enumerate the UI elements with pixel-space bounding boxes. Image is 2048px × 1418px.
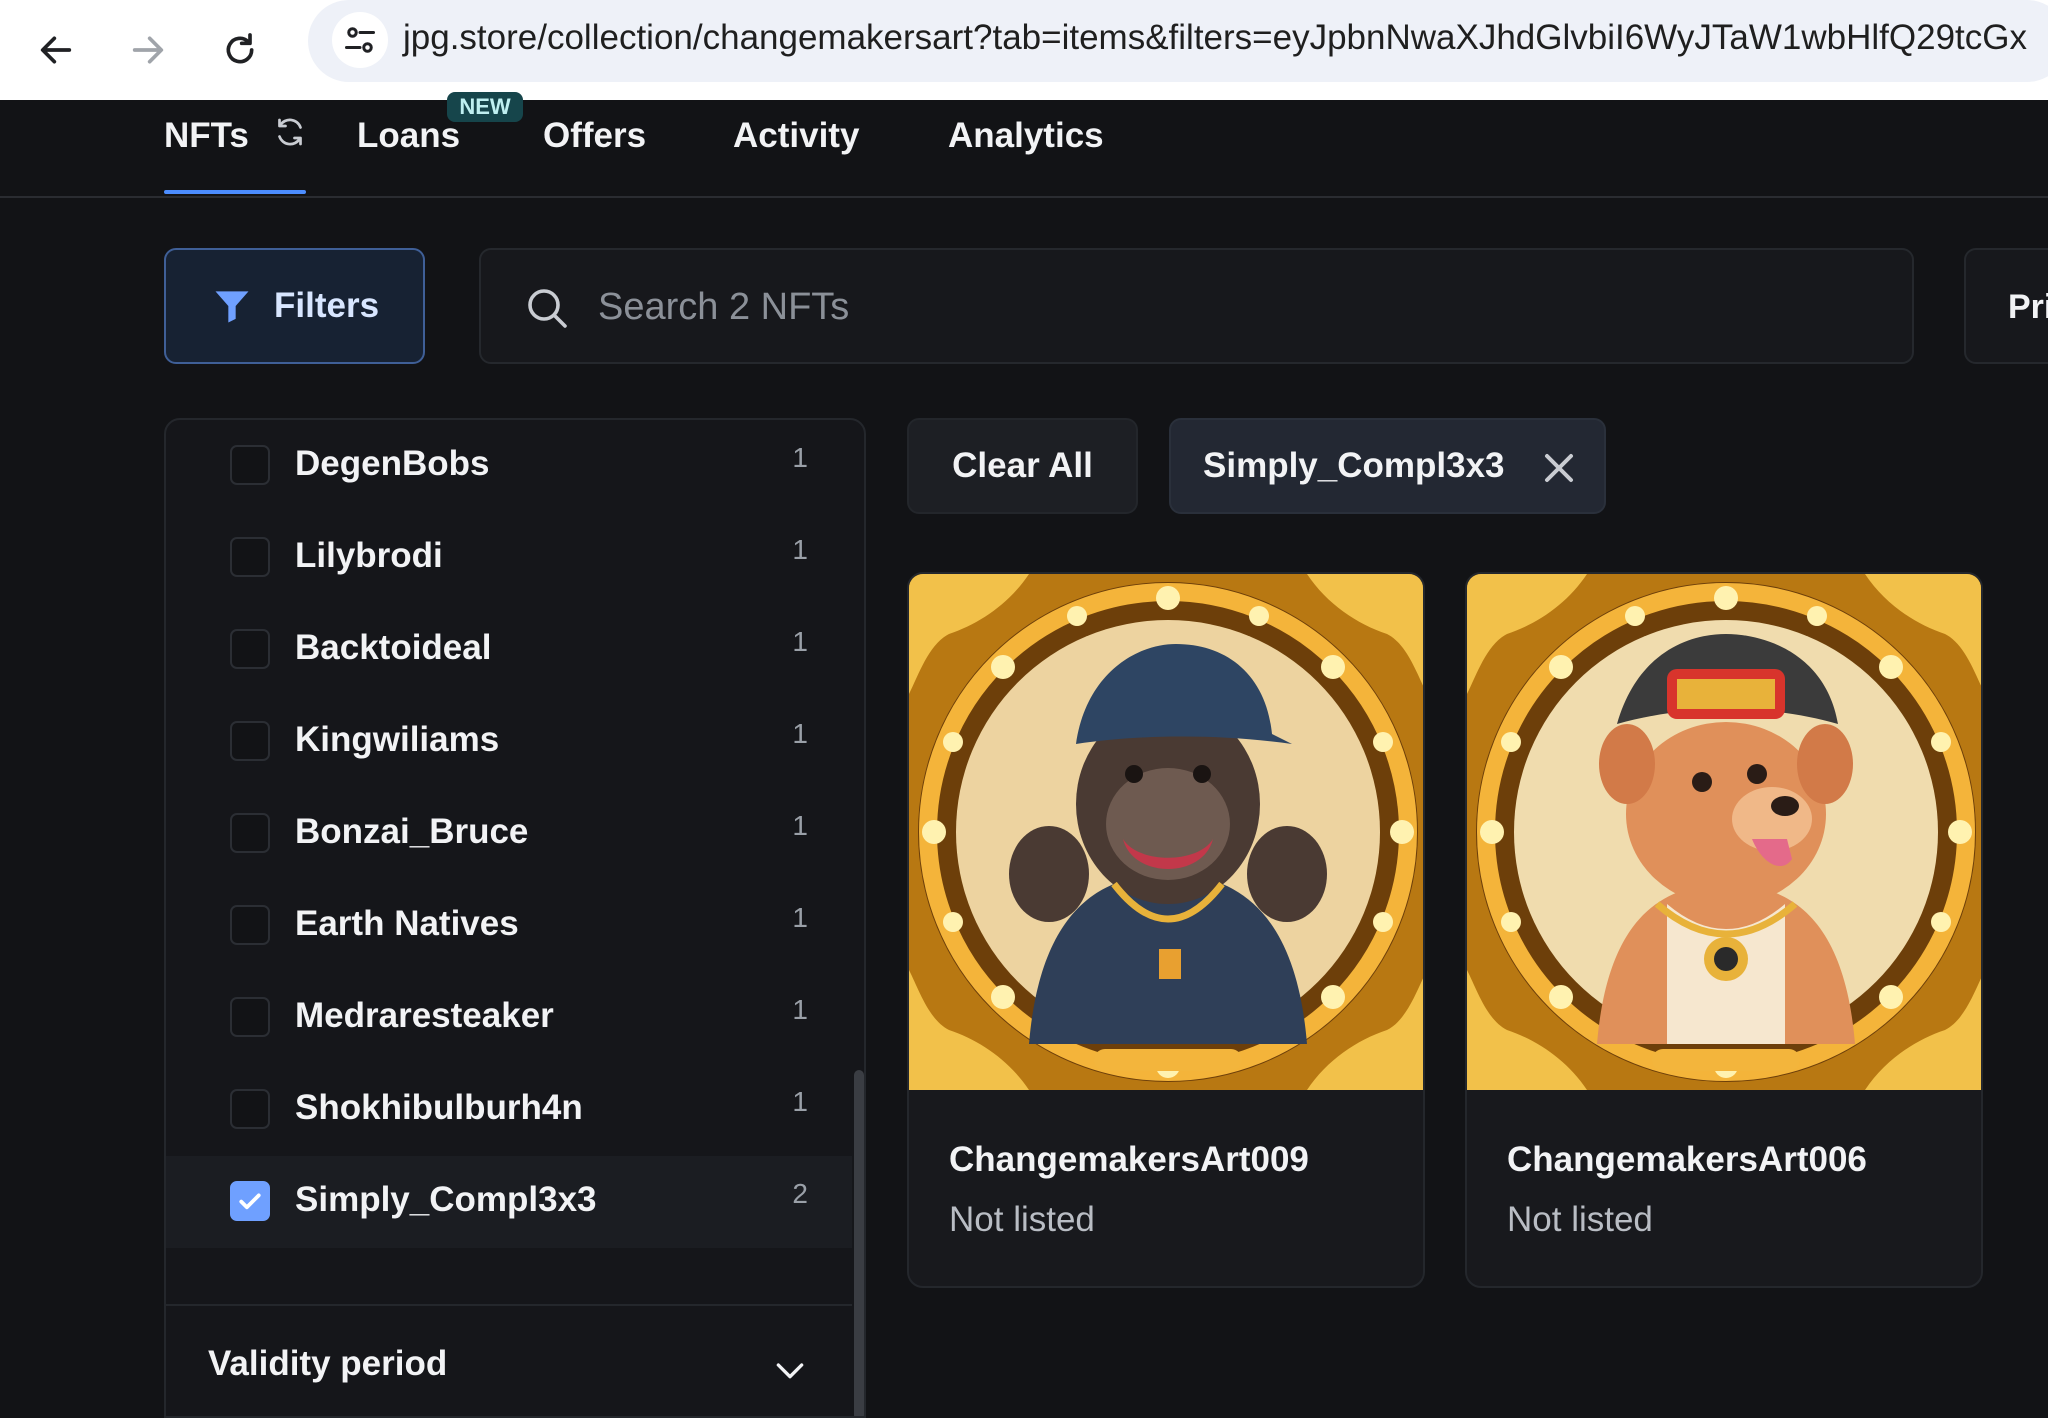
close-icon[interactable] <box>1535 444 1583 492</box>
url-text[interactable]: jpg.store/collection/changemakersart?tab… <box>403 18 2027 58</box>
filter-item-count: 1 <box>792 534 808 565</box>
filter-item-earth-natives[interactable]: Earth Natives 1 <box>166 880 852 972</box>
funnel-icon <box>215 291 249 323</box>
filter-item-kingwiliams[interactable]: Kingwiliams 1 <box>166 696 852 788</box>
filter-item-label: Shokhibulburh4n <box>295 1088 583 1127</box>
nft-image-gorilla[interactable] <box>909 574 1425 1090</box>
check-icon <box>239 1193 261 1210</box>
filter-item-label: Bonzai_Bruce <box>295 812 529 851</box>
filter-item-label: Backtoideal <box>295 628 492 667</box>
nft-image-dog[interactable] <box>1467 574 1983 1090</box>
tab-label: Loans <box>357 116 461 155</box>
filter-item-label: Simply_Compl3x3 <box>295 1180 597 1219</box>
search-box <box>479 248 1914 364</box>
filter-item-count: 1 <box>792 718 808 749</box>
filter-item-backtoideal[interactable]: Backtoideal 1 <box>166 604 852 696</box>
filters-button[interactable]: Filters <box>164 248 425 364</box>
tab-label: Offers <box>543 116 647 155</box>
listing-status: Not listed <box>949 1200 1095 1239</box>
active-filter-chip[interactable]: Simply_Compl3x3 <box>1169 418 1606 514</box>
tab-loans[interactable]: Loans <box>357 116 460 156</box>
filter-item-bonzai-bruce[interactable]: Bonzai_Bruce 1 <box>166 788 852 880</box>
tab-offers[interactable]: Offers <box>543 116 646 156</box>
tune-icon <box>345 27 375 53</box>
active-tab-indicator <box>164 190 306 194</box>
collection-tabs: NFTs Loans Offers Activity Analytics <box>0 100 2048 198</box>
active-filter-label: Simply_Compl3x3 <box>1203 446 1505 485</box>
reload-icon <box>226 33 254 64</box>
clear-all-button[interactable]: Clear All <box>907 418 1138 514</box>
filter-item-label: Kingwiliams <box>295 720 500 759</box>
filter-item-medraresteaker[interactable]: Medraresteaker 1 <box>166 972 852 1064</box>
checkbox[interactable] <box>230 629 270 669</box>
filter-item-count: 1 <box>792 902 808 933</box>
checkbox[interactable] <box>230 813 270 853</box>
filter-item-label: DegenBobs <box>295 444 490 483</box>
filter-item-count: 1 <box>792 810 808 841</box>
chevron-down-icon[interactable] <box>770 1350 810 1390</box>
new-badge: NEW <box>447 92 523 122</box>
filters-label: Filters <box>274 286 380 325</box>
tab-label: Analytics <box>948 116 1104 155</box>
nft-card[interactable]: ChangemakersArt009 Not listed <box>907 572 1425 1288</box>
filter-item-label: Lilybrodi <box>295 536 443 575</box>
checkbox[interactable] <box>230 537 270 577</box>
nft-name[interactable]: ChangemakersArt009 <box>949 1140 1309 1180</box>
filter-item-simply-compl3x3[interactable]: Simply_Compl3x3 2 <box>166 1156 852 1248</box>
sidebar-scrollbar-thumb[interactable] <box>854 1070 864 1416</box>
browser-toolbar: jpg.store/collection/changemakersart?tab… <box>0 0 2048 100</box>
clear-all-label: Clear All <box>952 446 1093 485</box>
forward-button[interactable] <box>114 16 182 84</box>
reload-button[interactable] <box>206 16 274 84</box>
filter-item-label: Medraresteaker <box>295 996 554 1035</box>
checkbox[interactable] <box>230 1089 270 1129</box>
checkbox-checked[interactable] <box>230 1181 270 1221</box>
filter-item-count: 1 <box>792 1086 808 1117</box>
filter-item-shokhibulburh4n[interactable]: Shokhibulburh4n 1 <box>166 1064 852 1156</box>
tab-label: NFTs <box>164 116 249 155</box>
validity-period-header[interactable]: Validity period <box>208 1344 447 1384</box>
tab-label: Activity <box>733 116 860 155</box>
arrow-right-icon <box>132 36 164 64</box>
search-input[interactable] <box>596 278 1800 336</box>
filter-item-degenbobs[interactable]: DegenBobs 1 <box>166 420 852 512</box>
checkbox[interactable] <box>230 905 270 945</box>
filter-item-count: 1 <box>792 442 808 473</box>
arrow-left-icon <box>40 36 72 64</box>
checkbox[interactable] <box>230 721 270 761</box>
sort-label: Pri <box>2008 288 2048 326</box>
filter-item-count: 1 <box>792 626 808 657</box>
filter-item-lilybrodi[interactable]: Lilybrodi 1 <box>166 512 852 604</box>
address-bar[interactable]: jpg.store/collection/changemakersart?tab… <box>308 0 2048 82</box>
filter-sidebar: DegenBobs 1 Lilybrodi 1 Backtoideal 1 Ki… <box>164 418 866 1418</box>
section-divider <box>166 1304 852 1306</box>
checkbox[interactable] <box>230 445 270 485</box>
listing-status: Not listed <box>1507 1200 1653 1239</box>
price-sort-button[interactable]: Pri <box>1964 248 2048 364</box>
refresh-icon[interactable] <box>272 114 308 150</box>
nft-name[interactable]: ChangemakersArt006 <box>1507 1140 1867 1180</box>
site-info-button[interactable] <box>332 12 388 68</box>
filter-item-count: 2 <box>792 1178 808 1209</box>
filter-item-label: Earth Natives <box>295 904 519 943</box>
tab-activity[interactable]: Activity <box>733 116 859 156</box>
tab-nfts[interactable]: NFTs <box>164 116 249 156</box>
checkbox[interactable] <box>230 997 270 1037</box>
filter-item-count: 1 <box>792 994 808 1025</box>
nft-card[interactable]: ChangemakersArt006 Not listed <box>1465 572 1983 1288</box>
back-button[interactable] <box>22 16 90 84</box>
tab-analytics[interactable]: Analytics <box>948 116 1104 156</box>
search-icon <box>528 289 567 328</box>
